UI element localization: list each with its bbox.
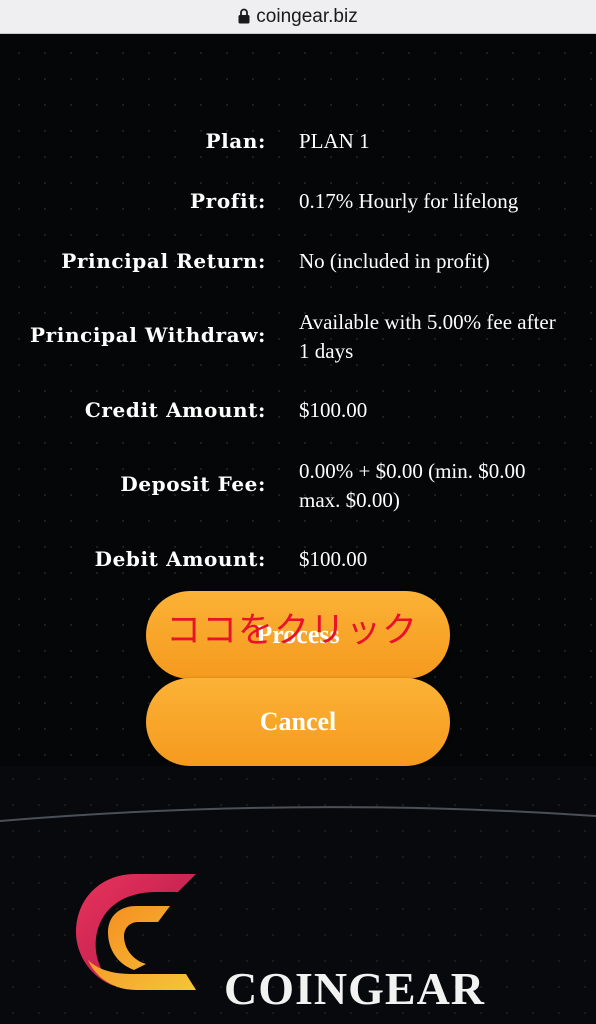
click-here-annotation: ココをクリック (166, 611, 419, 651)
browser-url-bar[interactable]: coingear.biz (0, 0, 596, 34)
lock-icon (238, 8, 250, 23)
detail-value: $100.00 (299, 547, 368, 571)
coingear-logo-icon[interactable] (74, 874, 196, 990)
detail-label: Profit: (190, 189, 266, 213)
detail-value: Available with 5.00% fee after 1 days (299, 310, 556, 363)
brand-name: COINGEAR (224, 963, 486, 1014)
detail-label: Debit Amount: (94, 547, 266, 571)
detail-value: 0.17% Hourly for lifelong (299, 189, 519, 213)
detail-label: Credit Amount: (84, 398, 266, 422)
detail-label: Deposit Fee: (120, 472, 266, 496)
detail-label: Plan: (205, 129, 266, 153)
detail-value: No (included in profit) (299, 249, 490, 273)
footer-divider-curve (0, 806, 596, 822)
detail-label: Principal Withdraw: (30, 323, 266, 347)
cancel-button[interactable]: Cancel (146, 678, 450, 766)
detail-value: PLAN 1 (299, 129, 370, 153)
detail-value: $100.00 (299, 398, 368, 422)
detail-label: Principal Return: (61, 249, 266, 273)
url-text: coingear.biz (256, 5, 358, 27)
detail-value: 0.00% + $0.00 (min. $0.00 max. $0.00) (299, 459, 526, 512)
